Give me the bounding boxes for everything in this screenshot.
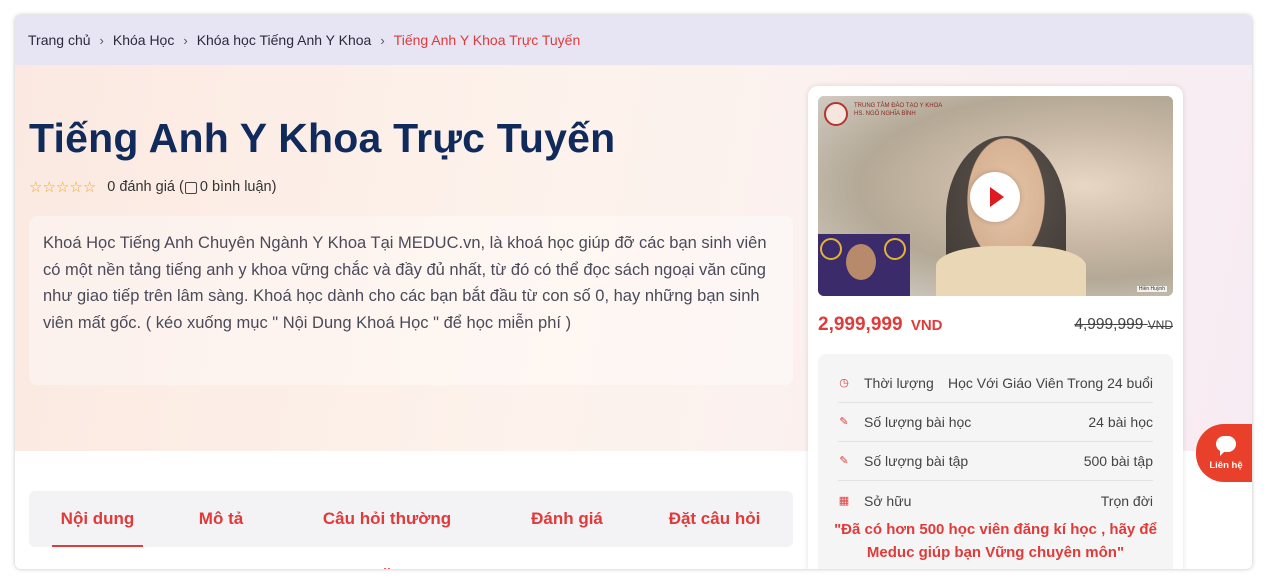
price-value: 2,999,999 xyxy=(818,314,903,335)
course-preview-video[interactable]: TRUNG TÂM ĐÀO TẠO Y KHOA HS. NGÔ NGHĨA B… xyxy=(818,96,1173,296)
tab-dat-cau-hoi[interactable]: Đặt câu hỏi xyxy=(667,491,762,547)
breadcrumb: Trang chủ › Khóa Học › Khóa học Tiếng An… xyxy=(15,15,1252,65)
info-value: Học Với Giáo Viên Trong 24 buổi xyxy=(947,375,1153,391)
decoration-icon xyxy=(820,238,842,260)
info-label: Số lượng bài tập xyxy=(864,453,969,469)
info-label: Số lượng bài học xyxy=(864,414,972,430)
old-price-unit: VND xyxy=(1147,318,1173,332)
video-presenter-shirt xyxy=(936,246,1086,296)
old-price-value: 4,999,999 xyxy=(1074,316,1144,333)
page-title: Tiếng Anh Y Khoa Trực Tuyến xyxy=(29,115,616,161)
comment-count: 0 bình luận) xyxy=(199,179,277,195)
info-value: 24 bài học xyxy=(1088,414,1153,430)
decoration-icon xyxy=(884,238,906,260)
info-value: 500 bài tập xyxy=(1083,453,1153,469)
chat-icon xyxy=(1216,436,1236,456)
clock-icon: ◷ xyxy=(839,377,849,389)
breadcrumb-home[interactable]: Trang chủ xyxy=(28,32,91,48)
pip-person xyxy=(846,244,876,280)
promo-line: Meduc giúp bạn Vững chuyên môn" xyxy=(866,544,1125,561)
video-logo-text: TRUNG TÂM ĐÀO TẠO Y KHOA HS. NGÔ NGHĨA B… xyxy=(854,103,942,117)
star-icon: ☆ xyxy=(29,178,43,196)
breadcrumb-current: Tiếng Anh Y Khoa Trực Tuyến xyxy=(393,32,581,48)
video-pip-thumbnail xyxy=(818,234,910,296)
chevron-right-icon: › xyxy=(99,32,104,48)
tab-cau-hoi-thuong-gap[interactable]: Câu hỏi thường gặp xyxy=(307,491,467,569)
star-icon: ☆ xyxy=(69,178,83,196)
edit-icon: ✎ xyxy=(839,416,849,428)
tab-danh-gia[interactable]: Đánh giá xyxy=(529,491,605,547)
course-tabs: Nội dung Mô tả Câu hỏi thường gặp Đánh g… xyxy=(29,491,793,569)
chevron-right-icon: › xyxy=(183,32,188,48)
video-name-tag: Hiền Huỳnh xyxy=(1136,286,1167,292)
rating-count: 0 đánh giá ( xyxy=(107,179,184,195)
course-purchase-card: TRUNG TÂM ĐÀO TẠO Y KHOA HS. NGÔ NGHĨA B… xyxy=(808,86,1183,569)
price-unit: VND xyxy=(910,317,943,334)
promo-text: "Đã có hơn 500 học viên đăng kí học , hã… xyxy=(818,518,1173,564)
info-row-ownership: ▦ Sở hữu Trọn đời xyxy=(838,481,1153,520)
star-icon: ☆ xyxy=(55,178,70,196)
play-icon[interactable] xyxy=(970,172,1020,222)
info-value: Trọn đời xyxy=(1100,492,1153,509)
tab-noi-dung[interactable]: Nội dung xyxy=(52,491,143,547)
info-row-lessons: ✎ Số lượng bài học 24 bài học xyxy=(838,403,1153,442)
info-label: Thời lượng xyxy=(864,375,934,391)
current-price: 2,999,999 VND xyxy=(818,314,942,336)
info-label: Sở hữu xyxy=(864,492,912,509)
tab-mo-ta[interactable]: Mô tả xyxy=(197,491,245,547)
chevron-right-icon: › xyxy=(380,32,385,48)
info-row-duration: ◷ Thời lượng Học Với Giáo Viên Trong 24 … xyxy=(838,364,1153,403)
rating-summary: ☆ ☆ ☆ ☆ ☆ 0 đánh giá ( 0 bình luận) xyxy=(29,179,276,195)
info-row-exercises: ✎ Số lượng bài tập 500 bài tập xyxy=(838,442,1153,481)
contact-label: Liên hệ xyxy=(1209,460,1243,471)
promo-line: "Đã có hơn 500 học viên đăng kí học , hã… xyxy=(834,521,1157,538)
edit-icon: ✎ xyxy=(839,455,849,467)
star-icon: ☆ xyxy=(42,178,56,196)
original-price: 4,999,999 VND xyxy=(1074,316,1173,334)
center-logo-icon xyxy=(824,102,848,126)
star-rating: ☆ ☆ ☆ ☆ ☆ xyxy=(29,180,96,195)
breadcrumb-category[interactable]: Khóa học Tiếng Anh Y Khoa xyxy=(197,32,372,48)
contact-button[interactable]: Liên hệ xyxy=(1196,424,1252,482)
comment-icon xyxy=(184,182,197,194)
course-description: Khoá Học Tiếng Anh Chuyên Ngành Y Khoa T… xyxy=(29,216,793,385)
calendar-icon: ▦ xyxy=(838,494,850,507)
star-icon: ☆ xyxy=(82,178,97,196)
breadcrumb-courses[interactable]: Khóa Học xyxy=(113,32,174,48)
page-frame: Trang chủ › Khóa Học › Khóa học Tiếng An… xyxy=(15,15,1252,569)
